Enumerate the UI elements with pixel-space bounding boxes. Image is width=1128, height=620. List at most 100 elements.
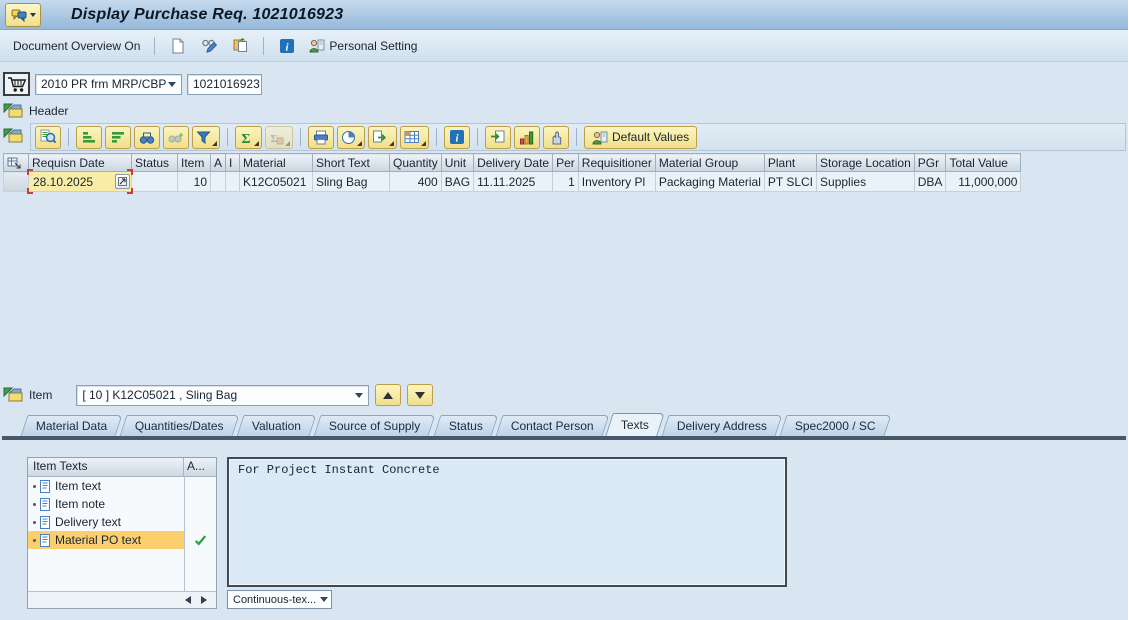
drilldown-button[interactable]: [115, 174, 130, 189]
bullet: [33, 538, 36, 542]
views-button[interactable]: [337, 125, 365, 149]
export-button[interactable]: [368, 125, 397, 149]
column-header-quantity[interactable]: Quantity: [389, 153, 442, 172]
toolbar-separator: [576, 128, 577, 146]
collapse-item-detail-button[interactable]: [3, 387, 23, 403]
doc-number-input[interactable]: 1021016923: [187, 73, 262, 95]
select-all-header[interactable]: [3, 153, 29, 172]
print-button[interactable]: [308, 125, 334, 149]
scroll-right-button[interactable]: [198, 594, 210, 606]
detail-button[interactable]: [35, 125, 61, 149]
transfer-button[interactable]: [485, 125, 511, 149]
header-label: Header: [29, 104, 69, 118]
column-header-plant[interactable]: Plant: [763, 153, 818, 172]
tab-material-data[interactable]: Material Data: [20, 415, 123, 436]
column-header-i[interactable]: I: [225, 153, 241, 172]
column-header-status[interactable]: Status: [131, 153, 178, 172]
column-header-total-value[interactable]: Total Value: [945, 153, 1022, 172]
bullet: [33, 520, 36, 524]
horizontal-scrollbar[interactable]: [28, 591, 216, 608]
texts-tab-content: Item Texts A... Item text Item note Deli…: [0, 440, 1128, 609]
hold-button[interactable]: [543, 125, 569, 149]
text-type-material-po-text[interactable]: Material PO text: [28, 531, 185, 549]
text-editor[interactable]: For Project Instant Concrete: [227, 457, 787, 587]
tab-source-of-supply[interactable]: Source of Supply: [313, 415, 437, 436]
shopping-cart-button[interactable]: [3, 72, 30, 96]
tab-spec2000-sc[interactable]: Spec2000 / SC: [780, 415, 892, 436]
column-header-per[interactable]: Per: [552, 153, 579, 172]
row-selector[interactable]: [3, 171, 29, 192]
doc-type-select[interactable]: 2010 PR frm MRP/CBP: [35, 73, 182, 95]
tab-contact-person[interactable]: Contact Person: [495, 415, 609, 436]
create-document-button[interactable]: [166, 34, 190, 58]
filter-button[interactable]: [192, 125, 220, 149]
sort-descending-button[interactable]: [105, 125, 131, 149]
scroll-left-button[interactable]: [182, 594, 194, 606]
column-header-a[interactable]: A: [209, 153, 227, 172]
requisn-date-field[interactable]: 28.10.2025: [27, 169, 133, 194]
tab-valuation[interactable]: Valuation: [236, 415, 317, 436]
find-button[interactable]: [134, 125, 160, 149]
grid-info-button[interactable]: i: [444, 125, 470, 149]
text-type-item-text[interactable]: Item text: [28, 477, 185, 495]
tab-status[interactable]: Status: [433, 415, 499, 436]
services-info-button[interactable]: i: [275, 34, 299, 58]
list-filler: [28, 549, 216, 591]
previous-item-button[interactable]: [375, 384, 402, 406]
chevron-down-icon: [168, 81, 176, 87]
tab-quantities-dates[interactable]: Quantities/Dates: [119, 415, 240, 436]
expand-header-button[interactable]: [3, 103, 23, 119]
tab-texts[interactable]: Texts: [605, 413, 666, 436]
display-change-button[interactable]: [197, 34, 221, 58]
default-values-button[interactable]: Default Values: [584, 125, 698, 149]
next-item-button[interactable]: [407, 384, 434, 406]
column-header-material-group[interactable]: Material Group: [654, 153, 765, 172]
text-type-delivery-text[interactable]: Delivery text: [28, 513, 185, 531]
cell-a: [209, 171, 227, 192]
text-type-item-note[interactable]: Item note: [28, 495, 185, 513]
item-overview-row: Σ Σ i Default Values: [3, 123, 1126, 151]
tab-delivery-address[interactable]: Delivery Address: [661, 415, 783, 436]
menu-dropdown-icon: [29, 12, 36, 17]
cell-i: [225, 171, 241, 192]
cell-total-value: 11,000,000: [945, 171, 1022, 192]
column-header-storage-location[interactable]: Storage Location: [816, 153, 915, 172]
status-column-title: A...: [187, 459, 206, 473]
column-header-unit[interactable]: Unit: [440, 153, 475, 172]
column-header-requisitioner[interactable]: Requisitioner: [577, 153, 656, 172]
folder-expand-icon: [3, 103, 23, 118]
copy-button[interactable]: [228, 34, 252, 58]
cell-plant: PT SLCI: [763, 171, 818, 192]
find-next-button[interactable]: [163, 125, 189, 149]
personal-setting-label: Personal Setting: [329, 38, 418, 53]
column-header-requisn-date[interactable]: Requisn Date: [28, 153, 132, 172]
subtotal-button[interactable]: Σ: [265, 125, 293, 149]
text-document-icon: [40, 515, 50, 529]
cell-quantity: 400: [389, 171, 442, 192]
system-menu-button[interactable]: [5, 2, 41, 27]
toolbar-separator: [227, 128, 228, 146]
item-selector[interactable]: [ 10 ] K12C05021 , Sling Bag: [76, 384, 370, 406]
text-type-status: [185, 513, 216, 531]
text-type-row-selected: Material PO text: [28, 531, 216, 549]
total-button[interactable]: Σ: [235, 125, 262, 149]
column-header-item[interactable]: Item: [177, 153, 211, 172]
document-overview-button[interactable]: Document Overview On: [10, 37, 143, 55]
column-header-pgr[interactable]: PGr: [913, 153, 947, 172]
column-header-material[interactable]: Material: [239, 153, 314, 172]
personal-setting-button[interactable]: Personal Setting: [306, 34, 420, 58]
column-header-short-text[interactable]: Short Text: [312, 153, 391, 172]
sort-ascending-button[interactable]: [76, 125, 102, 149]
collapse-items-button[interactable]: [3, 128, 23, 144]
requisn-date-cell[interactable]: 28.10.2025: [27, 169, 133, 194]
graphic-button[interactable]: [514, 125, 540, 149]
choose-layout-button[interactable]: [400, 125, 429, 149]
focus-corner: [127, 169, 133, 175]
export-icon: [373, 130, 387, 142]
text-format-select[interactable]: Continuous-tex...: [227, 590, 332, 609]
hand-icon: [552, 130, 561, 144]
column-header-delivery-date[interactable]: Delivery Date: [473, 153, 554, 172]
bullet: [33, 502, 36, 506]
person-icon: [592, 131, 608, 144]
chevron-down-icon: [320, 597, 328, 602]
